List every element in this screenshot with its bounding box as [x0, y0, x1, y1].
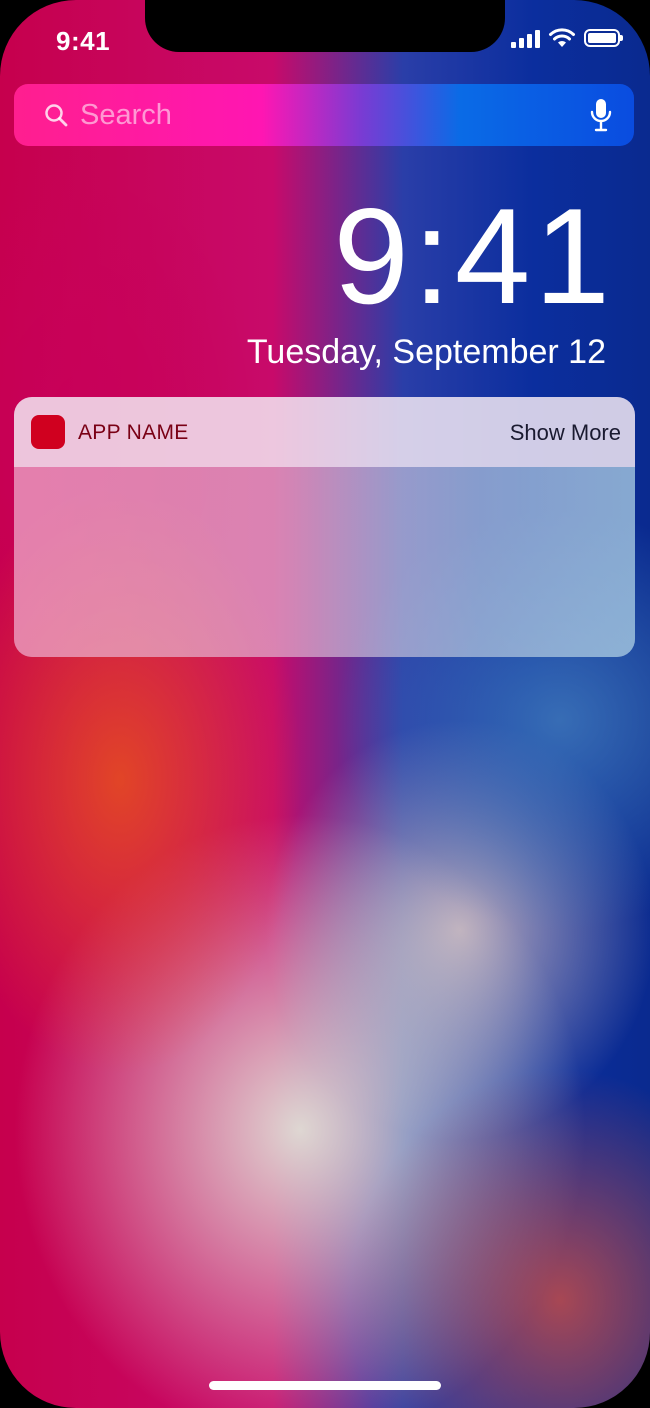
wifi-icon [549, 28, 575, 47]
notification-card[interactable]: APP NAME Show More [14, 397, 635, 657]
cellular-signal-icon [511, 28, 540, 48]
app-icon [31, 415, 65, 449]
notch [145, 0, 505, 52]
home-indicator[interactable] [209, 1381, 441, 1390]
microphone-icon[interactable] [590, 98, 612, 132]
show-more-button[interactable]: Show More [510, 420, 621, 446]
notification-body[interactable] [14, 467, 635, 657]
status-bar-time: 9:41 [56, 26, 111, 56]
search-bar[interactable]: Search [14, 84, 634, 146]
device-frame: 9:41 Search 9:41 Tuesday, September 12 A… [0, 0, 650, 1408]
lock-screen-date: Tuesday, September 12 [246, 333, 606, 371]
notification-app-name: APP NAME [78, 421, 189, 444]
lock-screen: 9:41 Search 9:41 Tuesday, September 12 A… [0, 0, 650, 1408]
search-icon [45, 104, 68, 127]
search-placeholder[interactable]: Search [80, 99, 172, 132]
battery-icon [584, 29, 623, 47]
status-bar-icons [511, 28, 623, 48]
lock-screen-clock: 9:41 [333, 180, 614, 332]
